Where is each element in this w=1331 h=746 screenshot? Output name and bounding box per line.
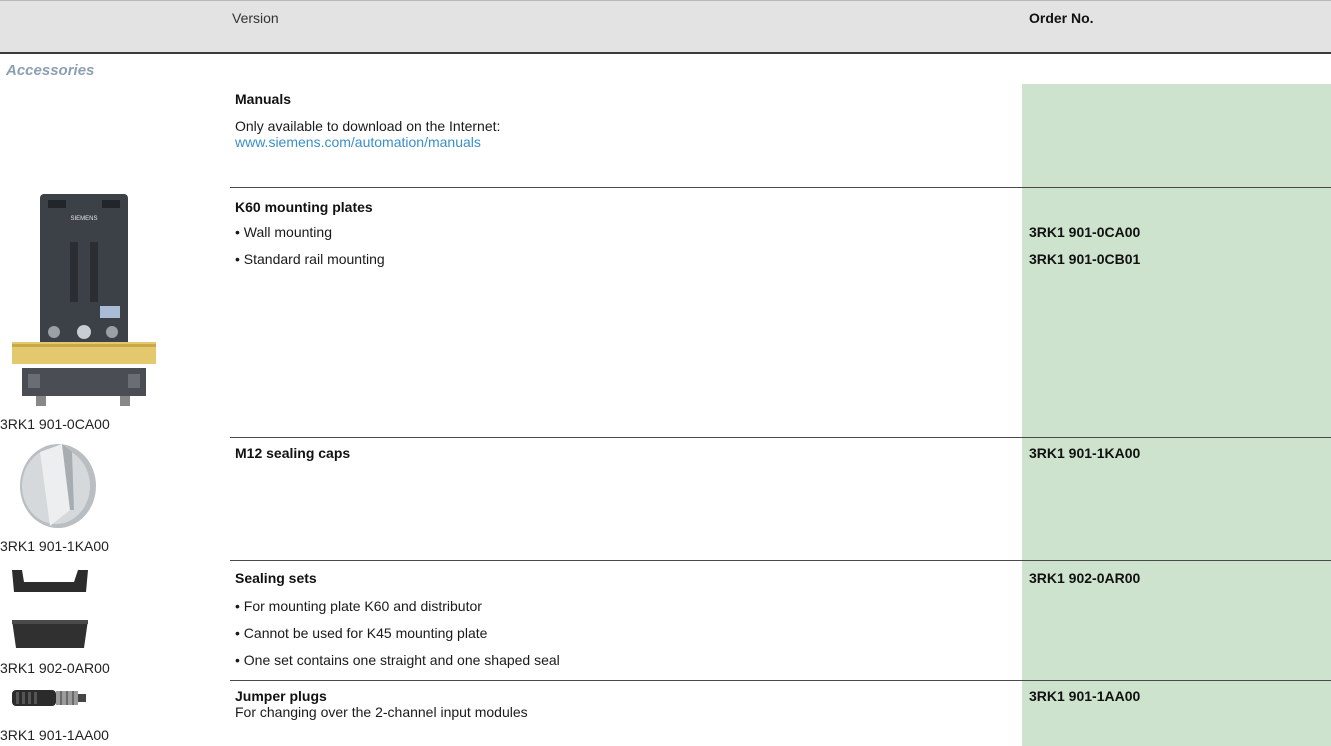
manuals-title: Manuals <box>235 91 292 107</box>
m12-image-caption: 3RK1 901-1KA00 <box>0 538 109 554</box>
k60-logo-text: SIEMENS <box>70 216 97 222</box>
jumper-order: 3RK1 901-1AA00 <box>1029 688 1141 704</box>
sealing-image-caption: 3RK1 902-0AR00 <box>0 660 110 676</box>
k60-item: Wall mounting <box>235 224 332 240</box>
k60-item-order: 3RK1 901-0CA00 <box>1029 224 1141 240</box>
sealing-order: 3RK1 902-0AR00 <box>1029 570 1141 586</box>
row-divider <box>230 560 1331 561</box>
k60-image-caption: 3RK1 901-0CA00 <box>0 416 110 432</box>
row-divider <box>230 437 1331 438</box>
order-column-background <box>1022 84 1331 746</box>
column-header-version: Version <box>232 10 279 26</box>
jumper-image-caption: 3RK1 901-1AA00 <box>0 727 109 743</box>
row-divider <box>230 187 1331 188</box>
sealing-title: Sealing sets <box>235 570 317 586</box>
section-title: Accessories <box>6 62 95 79</box>
manuals-link[interactable]: www.siemens.com/automation/manuals <box>235 134 481 150</box>
sealing-bullet: For mounting plate K60 and distributor <box>235 598 482 614</box>
jumper-plug-image <box>10 686 90 710</box>
row-divider <box>230 680 1331 681</box>
jumper-text: For changing over the 2-channel input mo… <box>235 704 528 720</box>
table-header <box>0 0 1331 54</box>
k60-mounting-plate-image: SIEMENS <box>8 192 158 414</box>
manuals-text: Only available to download on the Intern… <box>235 118 501 134</box>
k60-title: K60 mounting plates <box>235 199 373 215</box>
m12-title: M12 sealing caps <box>235 445 351 461</box>
sealing-bullet: Cannot be used for K45 mounting plate <box>235 625 488 641</box>
column-header-order-no: Order No. <box>1029 10 1094 26</box>
m12-sealing-cap-image <box>10 440 100 532</box>
sealing-bullet: One set contains one straight and one sh… <box>235 652 560 668</box>
m12-order: 3RK1 901-1KA00 <box>1029 445 1141 461</box>
k60-item-order: 3RK1 901-0CB01 <box>1029 251 1141 267</box>
k60-item: Standard rail mounting <box>235 251 385 267</box>
sealing-set-image <box>8 566 92 656</box>
jumper-title: Jumper plugs <box>235 688 327 704</box>
